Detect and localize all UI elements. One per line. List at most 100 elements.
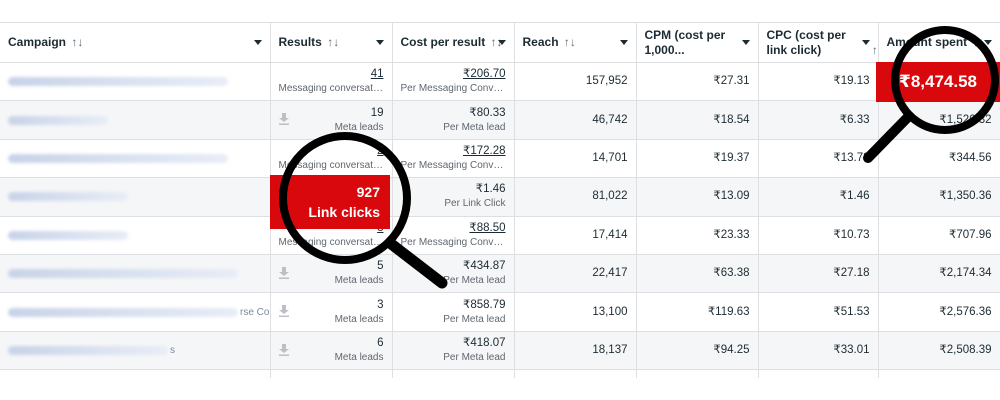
results-type: Messaging conversati...	[278, 159, 384, 171]
results-value: 2	[377, 144, 384, 157]
campaign-cell[interactable]	[0, 216, 271, 255]
results-type: Meta leads	[334, 351, 384, 363]
column-header-label: CPM (cost per 1,000...	[644, 27, 726, 57]
cost-per-result-cell: ₹858.79 Per Meta lead	[392, 292, 515, 332]
download-icon[interactable]	[278, 343, 289, 356]
caret-down-icon[interactable]	[861, 39, 870, 45]
download-icon[interactable]	[278, 305, 289, 318]
results-type: Messaging conversati...	[278, 236, 384, 248]
cpc-cell: ₹51.53	[758, 292, 879, 332]
table-row[interactable]: 8Messaging conversati...₹88.50Per Messag…	[0, 216, 1000, 255]
redacted-campaign-name	[8, 269, 238, 279]
cost-per-result-type: Per Meta lead	[443, 313, 506, 325]
reach-cell: 14,701	[514, 139, 637, 179]
cost-per-result-value: ₹418.07	[463, 336, 506, 349]
column-header-campaign[interactable]: Campaign ↑↓	[0, 22, 271, 63]
table-row[interactable]: 5 Meta leads ₹434.87 Per Meta lead 22,417 ₹63…	[0, 254, 1000, 294]
download-icon[interactable]	[278, 266, 289, 279]
campaign-cell[interactable]: rse Cou	[0, 292, 271, 332]
cpc-value: ₹51.53	[833, 305, 870, 318]
reach-value: 14,701	[592, 151, 628, 164]
cpm-value: ₹119.63	[707, 305, 750, 318]
cpm-value: ₹63.38	[713, 267, 750, 280]
amount-spent-value: ₹2,508.39	[939, 343, 992, 356]
reach-value: 17,414	[592, 228, 628, 241]
results-value: 3	[377, 298, 384, 311]
column-header-cpm[interactable]: CPM (cost per 1,000...	[636, 22, 759, 63]
results-value: 5	[377, 260, 384, 273]
table-row[interactable]: 19 Meta leads ₹80.33 Per Meta lead 46,742 ₹18…	[0, 100, 1000, 140]
amount-spent-cell: ₹2,174.34	[878, 254, 1000, 294]
cpc-cell: ₹33.01	[758, 331, 879, 371]
table-row[interactable]: s 6 Meta leads ₹418.07 Per Meta lead 18,137 ₹9…	[0, 331, 1000, 371]
link-clicks-value: 927	[356, 184, 380, 200]
results-value: 19	[370, 106, 384, 119]
campaign-name-fragment: rse Cou	[240, 307, 270, 319]
cost-per-result-value: ₹88.50	[469, 221, 506, 234]
results-cell: 19 Meta leads	[270, 100, 393, 140]
reach-cell: 22,417	[514, 254, 637, 294]
campaign-cell[interactable]	[0, 62, 271, 102]
reach-cell: 17,414	[514, 216, 637, 255]
sort-icon[interactable]: ↑↓	[327, 35, 339, 49]
table-row[interactable]: 927 Link clicks ₹1.46 Per Link Click 81,022 ₹…	[0, 177, 1000, 217]
caret-down-icon[interactable]	[741, 39, 750, 45]
table-row[interactable]: 2 Messaging conversati... ₹172.28 Per Messa…	[0, 139, 1000, 179]
caret-down-icon[interactable]	[497, 39, 506, 45]
results-type: Meta leads	[334, 313, 384, 325]
cost-per-result-value: ₹206.70	[463, 68, 506, 81]
campaign-cell[interactable]	[0, 177, 271, 217]
reach-value: 46,742	[592, 113, 628, 126]
cost-per-result-type: Per Link Click	[444, 198, 506, 210]
cpm-value: ₹19.37	[713, 151, 750, 164]
caret-down-icon[interactable]	[253, 39, 262, 45]
cpc-value: ₹10.73	[833, 228, 870, 241]
table-row-partial	[0, 369, 1000, 378]
column-header-results[interactable]: Results ↑↓	[270, 22, 393, 63]
amount-spent-value: ₹707.96	[949, 228, 992, 241]
redacted-campaign-name	[8, 77, 228, 87]
sort-icon[interactable]: ↑↓	[564, 35, 576, 49]
sort-icon[interactable]: ↑↓	[71, 35, 83, 49]
column-header-label: Reach	[522, 35, 559, 49]
cpm-cell: ₹13.09	[636, 177, 759, 217]
caret-down-icon[interactable]	[983, 39, 992, 45]
column-header-reach[interactable]: Reach ↑↓	[514, 22, 637, 63]
campaign-cell[interactable]	[0, 100, 271, 140]
table-row[interactable]: 41 Messaging conversati... ₹206.70 Per Mess…	[0, 62, 1000, 102]
download-icon[interactable]	[278, 113, 289, 126]
table-row[interactable]: rse Cou 3 Meta leads ₹858.79 Per Meta lead 13…	[0, 292, 1000, 332]
campaign-cell[interactable]	[0, 139, 271, 179]
reach-value: 22,417	[592, 267, 628, 280]
redacted-campaign-name	[8, 307, 238, 317]
results-type: Messaging conversati...	[278, 83, 384, 95]
column-header-cost-per-result[interactable]: Cost per result ↑↓	[392, 22, 515, 63]
link-clicks-highlight-text: 927 Link clicks	[270, 175, 390, 229]
amount-spent-cell: ₹2,576.36	[878, 292, 1000, 332]
cost-per-result-cell: ₹418.07 Per Meta lead	[392, 331, 515, 371]
cost-per-result-value: ₹434.87	[463, 260, 506, 273]
campaign-cell[interactable]	[0, 254, 271, 294]
cpc-value: ₹6.33	[839, 113, 870, 126]
link-clicks-label: Link clicks	[308, 204, 380, 220]
cost-per-result-value: ₹172.28	[463, 144, 506, 157]
ads-report-table-container: Campaign ↑↓ Results ↑↓ Cost per result ↑…	[0, 22, 1000, 400]
cpm-cell: ₹27.31	[636, 62, 759, 102]
column-header-cpc[interactable]: CPC (cost per link click) ↑↓	[758, 22, 879, 63]
campaign-cell[interactable]: s	[0, 331, 271, 371]
cpm-value: ₹18.54	[713, 113, 750, 126]
cost-per-result-type: Per Meta lead	[443, 121, 506, 133]
results-cell: 2 Messaging conversati...	[270, 139, 393, 179]
redacted-campaign-name	[8, 345, 168, 355]
cost-per-result-type: Per Meta lead	[443, 351, 506, 363]
column-header-label: CPC (cost per link click)	[766, 27, 846, 57]
cpm-cell: ₹18.54	[636, 100, 759, 140]
amount-spent-value: ₹344.56	[949, 151, 992, 164]
caret-down-icon[interactable]	[619, 39, 628, 45]
cpm-value: ₹94.25	[713, 343, 750, 356]
redacted-campaign-name	[8, 230, 128, 240]
caret-down-icon[interactable]	[375, 39, 384, 45]
column-header-amount-spent[interactable]: Amount spent ↑↓	[878, 22, 1000, 63]
cost-per-result-cell: ₹206.70 Per Messaging Conve...	[392, 62, 515, 102]
results-value: 6	[377, 336, 384, 349]
